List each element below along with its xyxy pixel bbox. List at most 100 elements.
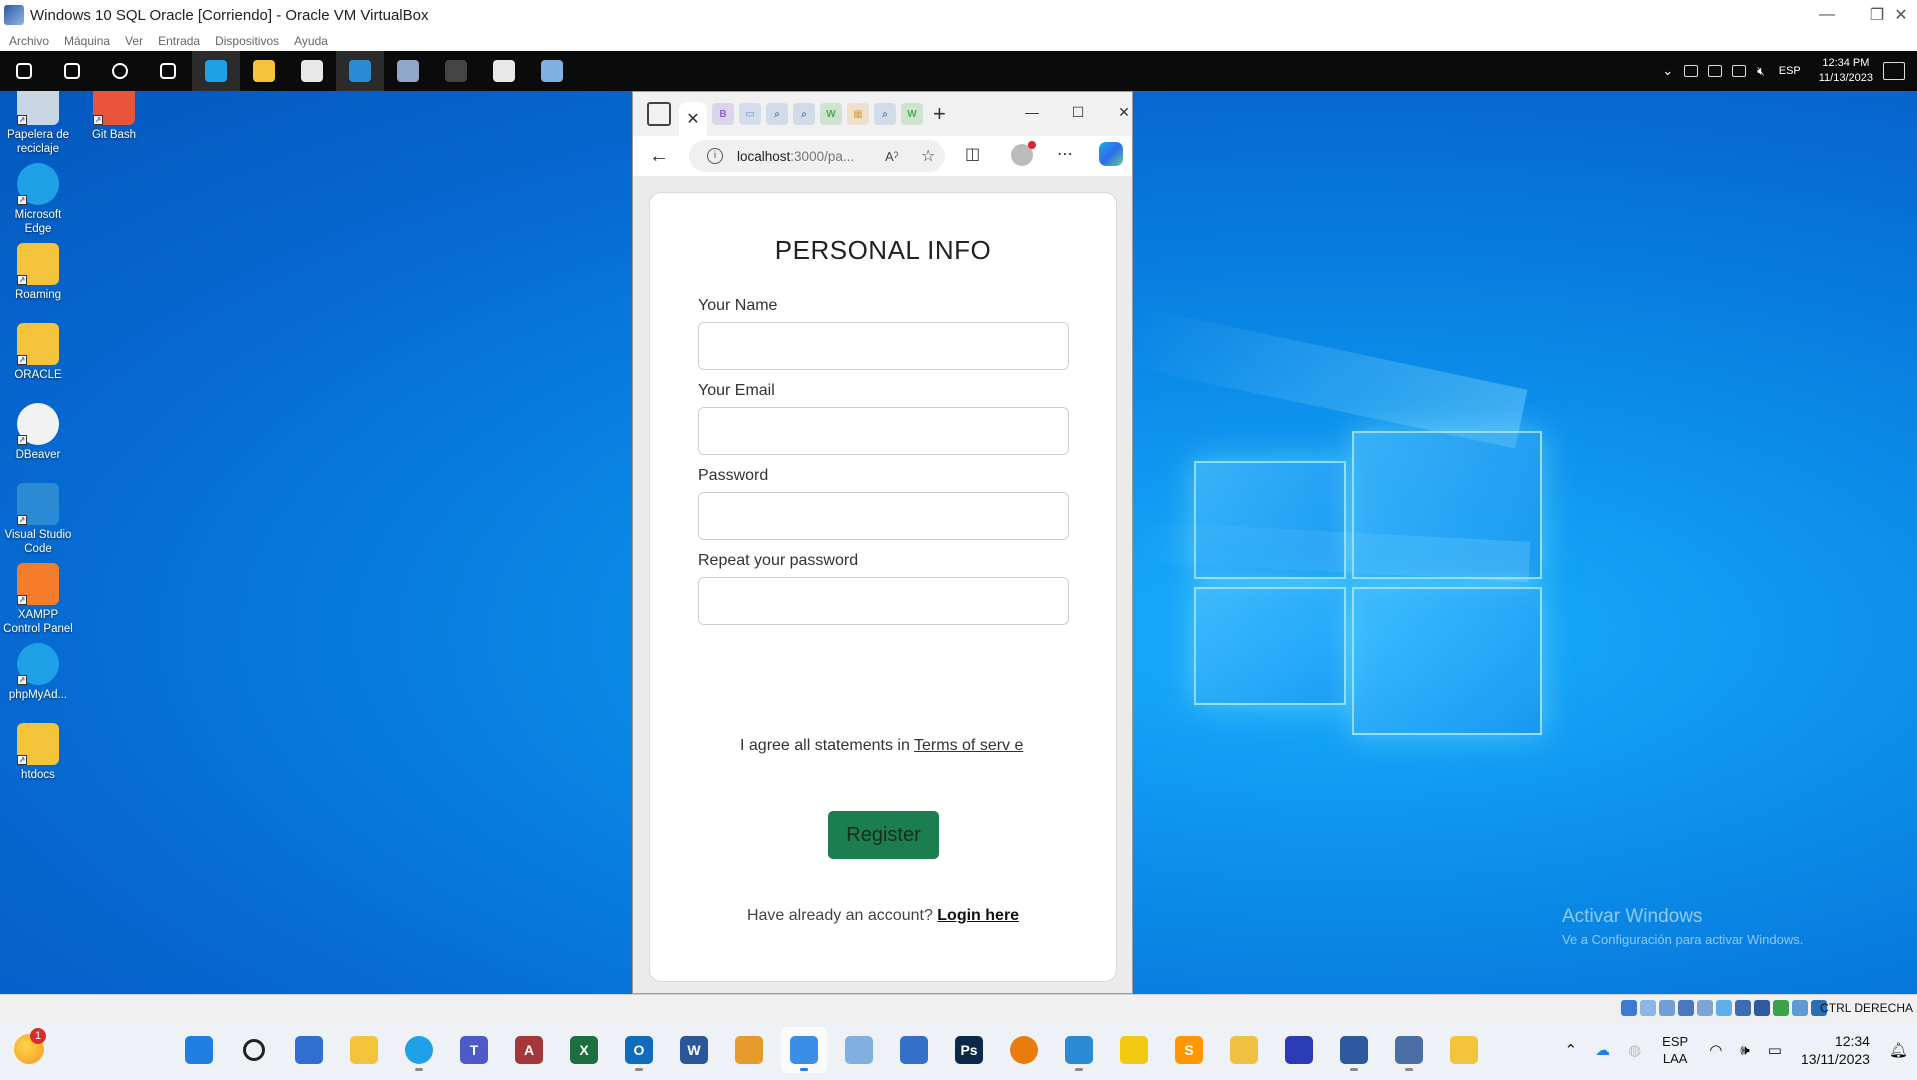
guest-clock[interactable]: 12:34 PM 11/13/2023: [1819, 56, 1873, 86]
address-bar[interactable]: i localhost:3000/pa... Aˀ ☆: [689, 140, 945, 172]
wifi-icon[interactable]: ◠: [1709, 1041, 1722, 1059]
menu-entrada[interactable]: Entrada: [158, 34, 200, 48]
audio-icon[interactable]: [1659, 1000, 1675, 1016]
terms-of-service-link[interactable]: Terms of serv e: [914, 737, 1023, 754]
background-tab[interactable]: ⌕: [874, 103, 896, 125]
host-taskbar-button[interactable]: [1441, 1027, 1487, 1073]
host-taskbar-button[interactable]: [1221, 1027, 1267, 1073]
desktop-shortcut[interactable]: ↗ XAMPP Control Panel: [0, 563, 76, 636]
menu-ayuda[interactable]: Ayuda: [294, 34, 328, 48]
host-taskbar-button[interactable]: [726, 1027, 772, 1073]
host-taskbar-button[interactable]: [836, 1027, 882, 1073]
optical-drive-icon[interactable]: [1640, 1000, 1656, 1016]
shared-folders-icon[interactable]: [1716, 1000, 1732, 1016]
host-language[interactable]: ESP LAA: [1662, 1033, 1688, 1067]
usb-icon[interactable]: [1697, 1000, 1713, 1016]
new-tab-button[interactable]: +: [933, 101, 946, 127]
back-arrow-icon[interactable]: ←: [649, 145, 669, 168]
copilot-icon[interactable]: [1099, 142, 1123, 166]
tab-close-icon[interactable]: ✕: [686, 109, 699, 129]
desktop-shortcut[interactable]: ↗ ORACLE: [0, 323, 76, 382]
notifications-icon[interactable]: [1883, 62, 1905, 80]
guest-taskbar-button[interactable]: [432, 51, 480, 91]
volume-icon[interactable]: 🕪︎: [1740, 1042, 1749, 1059]
app-tray-icon[interactable]: ◍: [1628, 1041, 1641, 1059]
guest-taskbar-button[interactable]: [384, 51, 432, 91]
guest-language[interactable]: ESP: [1779, 65, 1801, 77]
chevron-up-icon[interactable]: ⌃: [1565, 1041, 1578, 1059]
password-input[interactable]: [698, 492, 1069, 540]
background-tab[interactable]: ▭: [739, 103, 761, 125]
guest-taskbar-button[interactable]: [336, 51, 384, 91]
host-taskbar-button[interactable]: [341, 1027, 387, 1073]
device-icon[interactable]: [1684, 65, 1699, 77]
desktop-shortcut[interactable]: ↗ Microsoft Edge: [0, 163, 76, 236]
recording-icon[interactable]: [1754, 1000, 1770, 1016]
host-taskbar-button[interactable]: [1276, 1027, 1322, 1073]
mouse-integration-icon[interactable]: [1792, 1000, 1808, 1016]
read-aloud-icon[interactable]: Aˀ: [885, 149, 898, 164]
background-tab[interactable]: ▦: [847, 103, 869, 125]
favorite-star-icon[interactable]: ☆: [921, 146, 935, 166]
browser-maximize-button[interactable]: ☐: [1061, 100, 1095, 124]
more-options-icon[interactable]: ⋯: [1057, 144, 1073, 164]
guest-taskbar-button[interactable]: [48, 51, 96, 91]
guest-taskbar-button[interactable]: [144, 51, 192, 91]
background-tab[interactable]: B: [712, 103, 734, 125]
menu-dispositivos[interactable]: Dispositivos: [215, 34, 279, 48]
email-input[interactable]: [698, 407, 1069, 455]
volume-muted-icon[interactable]: 🔇︎: [1757, 64, 1765, 79]
tab-actions-icon[interactable]: [647, 102, 671, 126]
repeat-password-input[interactable]: [698, 577, 1069, 625]
host-taskbar-button[interactable]: [1386, 1027, 1432, 1073]
host-taskbar-button[interactable]: T: [451, 1027, 497, 1073]
profile-avatar-icon[interactable]: [1011, 141, 1036, 166]
host-taskbar-button[interactable]: [891, 1027, 937, 1073]
onedrive-icon[interactable]: ☁: [1595, 1041, 1610, 1059]
desktop-shortcut[interactable]: ↗ phpMyAd...: [0, 643, 76, 702]
browser-close-button[interactable]: ✕: [1107, 100, 1141, 124]
guest-taskbar-button[interactable]: [240, 51, 288, 91]
battery-icon[interactable]: ▭: [1768, 1041, 1782, 1059]
desktop-shortcut[interactable]: ↗ DBeaver: [0, 403, 76, 462]
background-tab[interactable]: W: [901, 103, 923, 125]
site-info-icon[interactable]: i: [707, 148, 723, 164]
menu-archivo[interactable]: Archivo: [9, 34, 49, 48]
menu-maquina[interactable]: Máquina: [64, 34, 110, 48]
host-taskbar-button[interactable]: [781, 1027, 827, 1073]
menu-ver[interactable]: Ver: [125, 34, 143, 48]
host-taskbar-button[interactable]: O: [616, 1027, 662, 1073]
guest-taskbar-button[interactable]: [192, 51, 240, 91]
desktop-shortcut[interactable]: ↗ Git Bash: [76, 91, 152, 142]
guest-taskbar-button[interactable]: [0, 51, 48, 91]
virtualization-icon[interactable]: [1773, 1000, 1789, 1016]
register-button[interactable]: Register: [828, 811, 939, 859]
host-taskbar-button[interactable]: [1331, 1027, 1377, 1073]
host-taskbar-button[interactable]: Ps: [946, 1027, 992, 1073]
desktop-shortcut[interactable]: ↗ htdocs: [0, 723, 76, 782]
browser-minimize-button[interactable]: —: [1015, 100, 1049, 124]
desktop-shortcut[interactable]: ↗ Papelera de reciclaje: [0, 91, 76, 156]
minimize-button[interactable]: —: [1802, 0, 1852, 30]
host-taskbar-button[interactable]: W: [671, 1027, 717, 1073]
guest-taskbar-button[interactable]: [96, 51, 144, 91]
network-icon[interactable]: [1732, 65, 1747, 77]
battery-icon[interactable]: [1708, 65, 1723, 77]
host-clock[interactable]: 12:34 13/11/2023: [1801, 1032, 1870, 1068]
desktop-shortcut[interactable]: ↗ Roaming: [0, 243, 76, 302]
network-icon[interactable]: [1678, 1000, 1694, 1016]
guest-taskbar-button[interactable]: [288, 51, 336, 91]
host-taskbar-button[interactable]: [286, 1027, 332, 1073]
host-taskbar-button[interactable]: [1111, 1027, 1157, 1073]
close-button[interactable]: ✕: [1885, 0, 1917, 30]
display-icon[interactable]: [1735, 1000, 1751, 1016]
background-tab[interactable]: ⌕: [793, 103, 815, 125]
guest-taskbar-button[interactable]: [480, 51, 528, 91]
hard-disk-icon[interactable]: [1621, 1000, 1637, 1016]
host-taskbar-button[interactable]: [396, 1027, 442, 1073]
host-taskbar-button[interactable]: [176, 1027, 222, 1073]
guest-taskbar-button[interactable]: [528, 51, 576, 91]
host-taskbar-button[interactable]: [1056, 1027, 1102, 1073]
host-taskbar-button[interactable]: A: [506, 1027, 552, 1073]
host-taskbar-button[interactable]: [231, 1027, 277, 1073]
